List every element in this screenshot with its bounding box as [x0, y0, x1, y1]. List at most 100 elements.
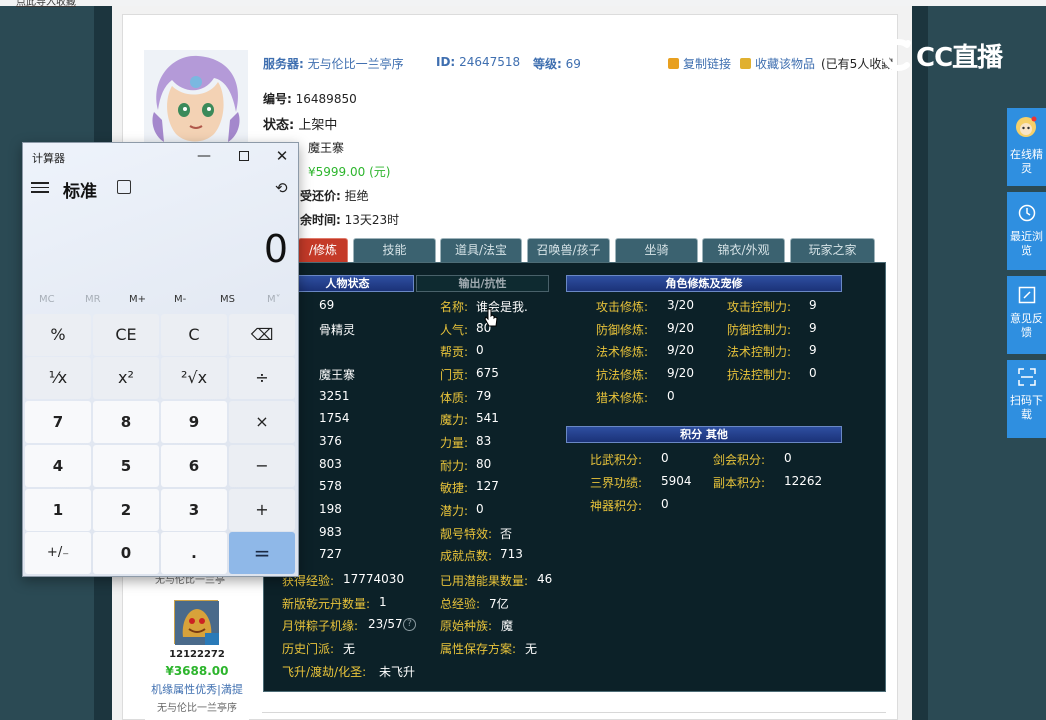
memory-add[interactable]: M+: [129, 294, 146, 305]
digit-1-key[interactable]: 1: [25, 489, 91, 531]
digit-8-key[interactable]: 8: [93, 401, 159, 443]
memory-recall[interactable]: MR: [85, 294, 101, 305]
item-number: 编号: 16489850: [263, 92, 357, 106]
square-key[interactable]: x²: [93, 357, 159, 399]
section-cultivation: 角色修炼及宠修: [566, 275, 842, 292]
clear-key[interactable]: C: [161, 314, 227, 356]
stat-value: 578: [319, 479, 342, 493]
sidebar-label: 在线精灵: [1010, 148, 1043, 175]
stat-value: 727: [319, 547, 342, 561]
tab-home[interactable]: 玩家之家: [790, 238, 875, 262]
stat-value: 魔王寨: [319, 368, 356, 382]
reciprocal-key[interactable]: ¹⁄x: [25, 357, 91, 399]
level-value: 69: [565, 57, 581, 71]
tab-items[interactable]: 道具/法宝: [440, 238, 522, 262]
right-frame: [912, 6, 928, 720]
listing-thumbnail[interactable]: [174, 600, 219, 645]
add-key[interactable]: +: [229, 489, 295, 531]
multiply-key[interactable]: ×: [229, 401, 295, 443]
points-value: 12262: [784, 474, 823, 488]
digit-7-key[interactable]: 7: [25, 401, 91, 443]
history-icon[interactable]: ⟲: [275, 179, 288, 197]
clear-entry-key[interactable]: CE: [93, 314, 159, 356]
cult-label: 法术控制力:: [727, 345, 792, 359]
points-label: 三界功绩:: [590, 476, 643, 490]
section-output[interactable]: 输出/抗性: [416, 275, 549, 292]
subtract-key[interactable]: −: [229, 445, 295, 487]
memory-list[interactable]: M˅: [267, 294, 281, 305]
digit-9-key[interactable]: 9: [161, 401, 227, 443]
tab-mounts[interactable]: 坐骑: [615, 238, 698, 262]
calculator-mode: 标准: [63, 182, 97, 202]
dragon-icon: [175, 601, 219, 645]
memory-clear[interactable]: MC: [39, 294, 55, 305]
cult-label: 防御控制力:: [727, 323, 792, 337]
listing-title[interactable]: 机缘属性优秀|満提: [145, 681, 249, 697]
stat-value: 46: [537, 572, 553, 586]
id-value: 24647518: [459, 55, 521, 69]
stat-value: 713: [500, 547, 523, 561]
cult-label: 猎术修炼:: [596, 391, 649, 405]
cult-label: 攻击控制力:: [727, 300, 792, 314]
related-listing[interactable]: 无与伦比一兰亭 12122272 ¥3688.00 机缘属性优秀|満提 无与伦比…: [145, 570, 249, 720]
calculator-display: 0: [263, 227, 288, 271]
digit-2-key[interactable]: 2: [93, 489, 159, 531]
help-icon[interactable]: ?: [403, 618, 416, 631]
calculator-title: 计算器: [32, 152, 65, 165]
divide-key[interactable]: ÷: [229, 357, 295, 399]
backspace-key[interactable]: ⌫: [229, 314, 295, 356]
memory-store[interactable]: MS: [220, 294, 235, 305]
stat-value: 541: [476, 411, 499, 425]
sidebar-item-recent[interactable]: 最近浏览: [1007, 192, 1046, 270]
sidebar-item-scan-download[interactable]: 扫码下载: [1007, 360, 1046, 438]
favorite-button[interactable]: 收藏该物品: [740, 55, 815, 72]
digit-0-key[interactable]: 0: [93, 532, 159, 574]
decimal-key[interactable]: .: [161, 532, 227, 574]
digit-5-key[interactable]: 5: [93, 445, 159, 487]
close-button[interactable]: ✕: [269, 145, 295, 167]
cult-value: 9/20: [667, 343, 694, 357]
cult-value: 9/20: [667, 366, 694, 380]
stat-value: 3251: [319, 389, 350, 403]
stat-value: 198: [319, 502, 342, 516]
tab-appearance[interactable]: 锦衣/外观: [702, 238, 785, 262]
memory-subtract[interactable]: M-: [174, 294, 186, 305]
stat-label: 潜力:: [440, 504, 469, 518]
sidebar-item-online-elf[interactable]: 在线精灵: [1007, 108, 1046, 186]
stat-label: 总经验:: [440, 597, 481, 611]
cult-value: 9: [809, 321, 817, 335]
square-root-key[interactable]: ²√x: [161, 357, 227, 399]
negate-key[interactable]: +/₋: [25, 532, 91, 574]
server-info: 服务器: 无与伦比一兰亭序: [263, 55, 404, 72]
keep-on-top-icon[interactable]: [117, 180, 131, 194]
stat-value: 803: [319, 457, 342, 471]
divider: [262, 712, 886, 713]
sidebar-label: 最近浏览: [1010, 230, 1043, 257]
menu-button[interactable]: [31, 179, 49, 195]
sidebar-label: 扫码下载: [1010, 394, 1043, 421]
avatar-image: [152, 55, 240, 142]
digit-4-key[interactable]: 4: [25, 445, 91, 487]
remaining-time: 余时间: 13天23时: [300, 213, 400, 227]
import-favorites-link[interactable]: 点此导入收藏: [16, 0, 76, 8]
maximize-button[interactable]: [231, 145, 257, 167]
digit-3-key[interactable]: 3: [161, 489, 227, 531]
copy-link-button[interactable]: 复制链接: [668, 55, 731, 72]
equals-key[interactable]: =: [229, 532, 295, 574]
cult-value: 9: [809, 298, 817, 312]
calculator-window[interactable]: 计算器 — ✕ 标准 ⟲ 0 MC MR M+ M- MS M˅ % CE C …: [22, 142, 299, 577]
stat-label: 原始种族:: [440, 619, 493, 633]
stat-label: 新版乾元丹数量:: [282, 597, 371, 611]
tab-skills[interactable]: 技能: [353, 238, 436, 262]
tab-cultivation[interactable]: /修炼: [298, 238, 348, 262]
stat-value: 骨精灵: [319, 323, 356, 337]
digit-6-key[interactable]: 6: [161, 445, 227, 487]
tab-pets[interactable]: 召唤兽/孩子: [527, 238, 610, 262]
stat-value: 69: [319, 298, 335, 312]
sidebar-item-feedback[interactable]: 意见反馈: [1007, 276, 1046, 354]
stat-value: 83: [476, 434, 492, 448]
cult-label: 攻击修炼:: [596, 300, 649, 314]
minimize-button[interactable]: —: [191, 145, 217, 167]
percent-key[interactable]: %: [25, 314, 91, 356]
cult-label: 法术修炼:: [596, 345, 649, 359]
